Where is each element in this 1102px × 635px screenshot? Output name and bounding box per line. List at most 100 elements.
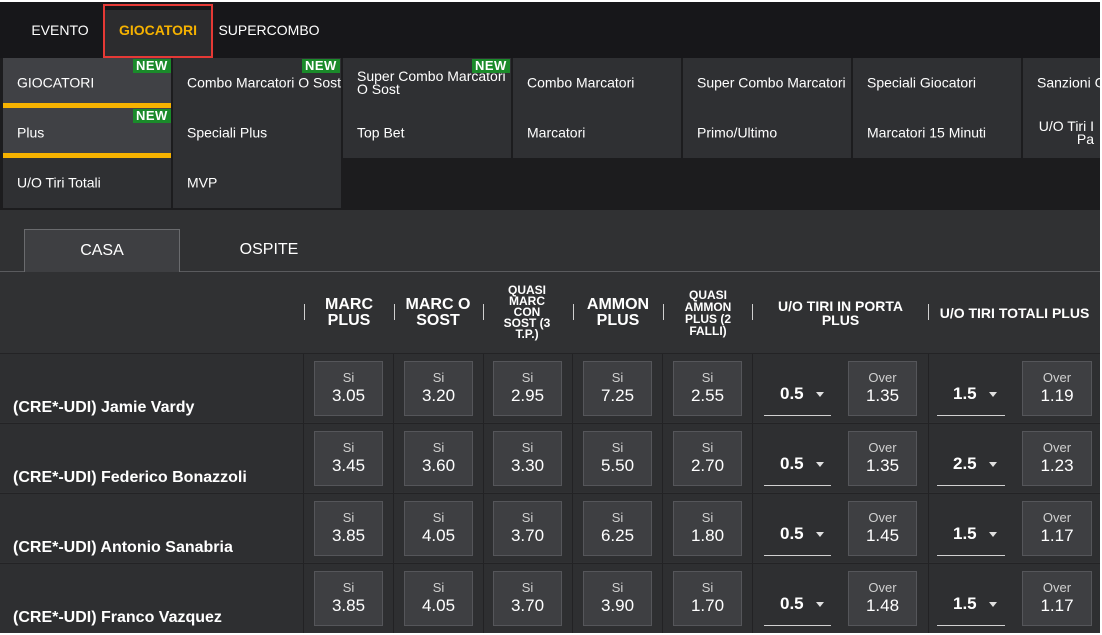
category-combo-marcatori[interactable]: Combo Marcatori bbox=[513, 58, 681, 108]
category-uo-tiri-in-porta[interactable]: U/O Tiri I Pa bbox=[1023, 108, 1100, 158]
totali-over-button[interactable]: Over 1.19 bbox=[1022, 361, 1092, 416]
odd-button[interactable]: Si 3.70 bbox=[493, 571, 562, 626]
odd-value: 3.90 bbox=[600, 596, 635, 615]
category-label: Speciali Giocatori bbox=[867, 74, 976, 91]
porta-over-button[interactable]: Over 1.35 bbox=[848, 431, 917, 486]
odd-button[interactable]: Si 4.05 bbox=[404, 501, 473, 556]
odd-button[interactable]: Si 7.25 bbox=[583, 361, 652, 416]
odd-button[interactable]: Si 3.85 bbox=[314, 501, 383, 556]
category-top-bet[interactable]: Top Bet bbox=[343, 108, 511, 158]
category-label: Primo/Ultimo bbox=[697, 124, 778, 141]
line-value: 1.5 bbox=[953, 384, 977, 403]
odd-button[interactable]: Si 3.05 bbox=[314, 361, 383, 416]
column-separator bbox=[752, 424, 753, 493]
odd-value: 3.70 bbox=[510, 526, 545, 545]
category-speciali-giocatori[interactable]: Speciali Giocatori bbox=[853, 58, 1021, 108]
porta-line-select[interactable]: 0.5 bbox=[764, 433, 831, 486]
odd-button[interactable]: Si 1.80 bbox=[673, 501, 742, 556]
odd-value: 1.48 bbox=[865, 596, 900, 615]
odd-value: 1.80 bbox=[690, 526, 725, 545]
totali-over-button[interactable]: Over 1.17 bbox=[1022, 501, 1092, 556]
totali-line-select[interactable]: 1.5 bbox=[937, 503, 1005, 556]
category-label: Plus bbox=[17, 124, 45, 141]
totali-over-button[interactable]: Over 1.23 bbox=[1022, 431, 1092, 486]
totali-line-select[interactable]: 1.5 bbox=[937, 573, 1005, 626]
porta-line-select[interactable]: 0.5 bbox=[764, 363, 831, 416]
odd-value: 2.95 bbox=[510, 386, 545, 405]
tab-evento[interactable]: EVENTO bbox=[20, 10, 100, 58]
porta-line-select[interactable]: 0.5 bbox=[764, 573, 831, 626]
player-name: (CRE*-UDI) Antonio Sanabria bbox=[13, 539, 233, 556]
odd-value: 2.70 bbox=[690, 456, 725, 475]
new-badge: NEW bbox=[302, 59, 340, 73]
column-separator bbox=[662, 494, 663, 563]
category-speciali-plus[interactable]: Speciali Plus bbox=[173, 108, 341, 158]
odd-button[interactable]: Si 5.50 bbox=[583, 431, 652, 486]
team-tabs: CASA OSPITE bbox=[0, 210, 1100, 273]
odd-value: 1.70 bbox=[690, 596, 725, 615]
odd-button[interactable]: Si 2.70 bbox=[673, 431, 742, 486]
category-label: Speciali Plus bbox=[187, 124, 268, 141]
column-separator bbox=[662, 354, 663, 423]
category-plus[interactable]: Plus NEW bbox=[3, 108, 171, 158]
totali-line-select[interactable]: 2.5 bbox=[937, 433, 1005, 486]
odd-button[interactable]: Si 6.25 bbox=[583, 501, 652, 556]
tab-supercombo[interactable]: SUPERCOMBO bbox=[216, 10, 322, 58]
odd-label: Si bbox=[701, 440, 714, 455]
category-label: U/O Tiri Totali bbox=[17, 174, 101, 191]
player-row: (CRE*-UDI) Jamie Vardy Si 3.05 Si 3.20 Si 2.95… bbox=[0, 353, 1100, 423]
header-separator bbox=[304, 304, 305, 320]
porta-over-button[interactable]: Over 1.45 bbox=[848, 501, 917, 556]
odd-button[interactable]: Si 2.95 bbox=[493, 361, 562, 416]
odd-button[interactable]: Si 3.45 bbox=[314, 431, 383, 486]
over-label: Over bbox=[868, 510, 897, 525]
odd-button[interactable]: Si 2.55 bbox=[673, 361, 742, 416]
odd-button[interactable]: Si 3.30 bbox=[493, 431, 562, 486]
category-super-combo-marcatori-o-sost[interactable]: Super Combo Marcatori O Sost NEW bbox=[343, 58, 511, 108]
odd-button[interactable]: Si 4.05 bbox=[404, 571, 473, 626]
category-giocatori[interactable]: GIOCATORI NEW bbox=[3, 58, 171, 108]
category-primo-ultimo[interactable]: Primo/Ultimo bbox=[683, 108, 851, 158]
column-separator bbox=[393, 424, 394, 493]
odd-button[interactable]: Si 1.70 bbox=[673, 571, 742, 626]
column-separator bbox=[393, 494, 394, 563]
column-separator bbox=[928, 354, 929, 423]
category-label: Marcatori 15 Minuti bbox=[867, 124, 987, 141]
app: EVENTO GIOCATORI SUPERCOMBO GIOCATORI NE… bbox=[0, 0, 1100, 633]
odd-button[interactable]: Si 3.20 bbox=[404, 361, 473, 416]
porta-over-button[interactable]: Over 1.48 bbox=[848, 571, 917, 626]
tab-casa[interactable]: CASA bbox=[24, 229, 180, 273]
category-combo-marcatori-o-sost[interactable]: Combo Marcatori O Sost NEW bbox=[173, 58, 341, 108]
odd-button[interactable]: Si 3.90 bbox=[583, 571, 652, 626]
category-label: GIOCATORI bbox=[17, 74, 95, 91]
top-tab-bar: EVENTO GIOCATORI SUPERCOMBO bbox=[0, 0, 1100, 58]
odd-button[interactable]: Si 3.70 bbox=[493, 501, 562, 556]
new-badge: NEW bbox=[472, 59, 510, 73]
tab-giocatori[interactable]: GIOCATORI bbox=[103, 4, 213, 58]
column-header-marc-o-sost: MARC O SOST bbox=[405, 295, 471, 329]
chevron-down-icon bbox=[816, 532, 824, 537]
odd-label: Si bbox=[432, 440, 445, 455]
totali-over-button[interactable]: Over 1.17 bbox=[1022, 571, 1092, 626]
category-label: MVP bbox=[187, 174, 218, 191]
category-super-combo-marcatori[interactable]: Super Combo Marcatori bbox=[683, 58, 851, 108]
odd-button[interactable]: Si 3.60 bbox=[404, 431, 473, 486]
porta-over-button[interactable]: Over 1.35 bbox=[848, 361, 917, 416]
odd-value: 1.23 bbox=[1040, 456, 1074, 475]
porta-line-select[interactable]: 0.5 bbox=[764, 503, 831, 556]
line-value: 0.5 bbox=[780, 454, 804, 473]
odd-value: 3.30 bbox=[510, 456, 545, 475]
column-separator bbox=[662, 424, 663, 493]
category-mvp[interactable]: MVP bbox=[173, 158, 341, 208]
column-header-marc-plus: MARC PLUS bbox=[325, 295, 373, 329]
column-separator bbox=[572, 494, 573, 563]
category-marcatori-15-minuti[interactable]: Marcatori 15 Minuti bbox=[853, 108, 1021, 158]
tab-ospite[interactable]: OSPITE bbox=[190, 229, 348, 272]
odd-label: Si bbox=[342, 510, 355, 525]
category-sanzioni-giocatori[interactable]: Sanzioni G bbox=[1023, 58, 1100, 108]
category-marcatori[interactable]: Marcatori bbox=[513, 108, 681, 158]
column-separator bbox=[928, 424, 929, 493]
totali-line-select[interactable]: 1.5 bbox=[937, 363, 1005, 416]
odd-button[interactable]: Si 3.85 bbox=[314, 571, 383, 626]
category-uo-tiri-totali[interactable]: U/O Tiri Totali bbox=[3, 158, 171, 208]
